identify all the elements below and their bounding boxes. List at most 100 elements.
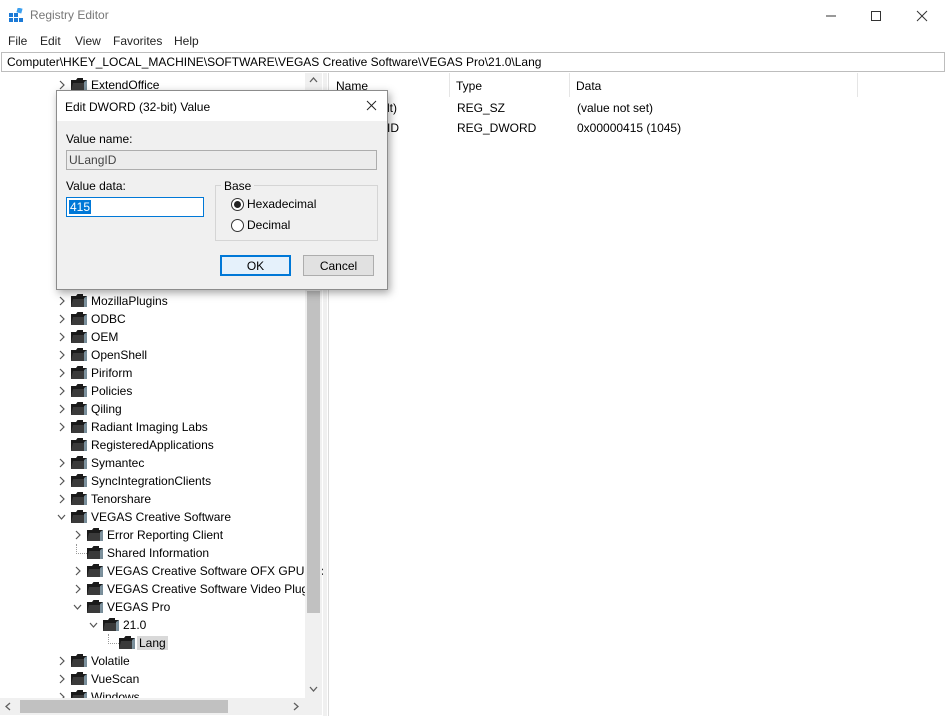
address-bar[interactable]: Computer\HKEY_LOCAL_MACHINE\SOFTWARE\VEG… bbox=[1, 52, 945, 72]
hexadecimal-radio[interactable] bbox=[231, 198, 244, 211]
chevron-down-icon[interactable] bbox=[56, 508, 66, 526]
tree-item[interactable]: VueScan bbox=[56, 670, 305, 688]
scrollbar-corner bbox=[305, 698, 322, 715]
tree-item[interactable]: OEM bbox=[56, 328, 305, 346]
tree-item[interactable]: SyncIntegrationClients bbox=[56, 472, 305, 490]
value-name-field: ULangID bbox=[66, 150, 377, 170]
maximize-button[interactable] bbox=[853, 0, 899, 31]
menu-edit[interactable]: Edit bbox=[40, 34, 61, 48]
chevron-right-icon[interactable] bbox=[56, 454, 66, 472]
folder-icon bbox=[71, 330, 87, 343]
window-title: Registry Editor bbox=[30, 8, 109, 22]
tree-item-label: Tenorshare bbox=[91, 492, 152, 506]
tree-item[interactable]: 21.0 bbox=[88, 616, 305, 634]
tree-item[interactable]: OpenShell bbox=[56, 346, 305, 364]
menu-favorites[interactable]: Favorites bbox=[113, 34, 162, 48]
value-row-name[interactable]: ID bbox=[387, 121, 399, 135]
value-row-name[interactable]: lt) bbox=[387, 101, 397, 115]
chevron-right-icon[interactable] bbox=[56, 364, 66, 382]
tree-item-label: VEGAS Creative Software OFX GPU Vic bbox=[107, 564, 323, 578]
tree-item[interactable]: Qiling bbox=[56, 400, 305, 418]
tree-item[interactable]: MozillaPlugins bbox=[56, 292, 305, 310]
menu-help[interactable]: Help bbox=[174, 34, 199, 48]
menu-file[interactable]: File bbox=[8, 34, 27, 48]
folder-icon bbox=[87, 546, 103, 559]
chevron-right-icon[interactable] bbox=[56, 670, 66, 688]
decimal-radio[interactable] bbox=[231, 219, 244, 232]
tree-item[interactable]: ODBC bbox=[56, 310, 305, 328]
menu-bar: File Edit View Favorites Help bbox=[0, 31, 946, 51]
tree-item[interactable]: VEGAS Creative Software bbox=[56, 508, 305, 526]
chevron-down-icon[interactable] bbox=[72, 598, 82, 616]
chevron-right-icon[interactable] bbox=[72, 526, 82, 544]
chevron-right-icon[interactable] bbox=[56, 400, 66, 418]
chevron-right-icon[interactable] bbox=[56, 472, 66, 490]
tree-item[interactable]: Policies bbox=[56, 382, 305, 400]
ok-button[interactable]: OK bbox=[220, 255, 291, 276]
folder-icon bbox=[71, 294, 87, 307]
chevron-right-icon[interactable] bbox=[56, 652, 66, 670]
folder-icon bbox=[71, 510, 87, 523]
tree-item[interactable]: Radiant Imaging Labs bbox=[56, 418, 305, 436]
chevron-right-icon[interactable] bbox=[72, 580, 82, 598]
chevron-right-icon[interactable] bbox=[56, 418, 66, 436]
chevron-right-icon[interactable] bbox=[56, 346, 66, 364]
scroll-right-icon[interactable] bbox=[293, 702, 299, 711]
maximize-icon bbox=[871, 10, 881, 21]
tree-item[interactable]: Symantec bbox=[56, 454, 305, 472]
column-header-type[interactable]: Type bbox=[449, 73, 570, 97]
folder-icon bbox=[71, 438, 87, 451]
scroll-left-icon[interactable] bbox=[5, 702, 11, 711]
folder-icon bbox=[87, 582, 103, 595]
chevron-right-icon[interactable] bbox=[72, 562, 82, 580]
tree-item-label: VueScan bbox=[91, 672, 140, 686]
tree-item[interactable]: VEGAS Creative Software Video Plug-I bbox=[72, 580, 316, 598]
title-bar: Registry Editor bbox=[0, 0, 946, 31]
tree-item[interactable]: Shared Information bbox=[72, 544, 305, 562]
address-path: Computer\HKEY_LOCAL_MACHINE\SOFTWARE\VEG… bbox=[7, 55, 542, 69]
value-data-input[interactable]: 415 bbox=[66, 197, 204, 217]
column-header-data[interactable]: Data bbox=[569, 73, 858, 97]
value-data-label: Value data: bbox=[66, 179, 126, 193]
cancel-button[interactable]: Cancel bbox=[303, 255, 374, 276]
tree-item-label: Qiling bbox=[91, 402, 122, 416]
chevron-down-icon[interactable] bbox=[88, 616, 98, 634]
tree-item[interactable]: Tenorshare bbox=[56, 490, 305, 508]
value-data-text: 415 bbox=[69, 200, 92, 214]
decimal-radio-label[interactable]: Decimal bbox=[247, 218, 290, 232]
tree-item[interactable]: Piriform bbox=[56, 364, 305, 382]
folder-icon bbox=[119, 636, 135, 649]
close-button[interactable] bbox=[899, 0, 945, 31]
scroll-down-icon[interactable] bbox=[309, 686, 318, 692]
folder-icon bbox=[71, 654, 87, 667]
menu-view[interactable]: View bbox=[75, 34, 101, 48]
value-row-type: REG_DWORD bbox=[457, 121, 537, 135]
tree-item-label: Volatile bbox=[91, 654, 130, 668]
chevron-right-icon[interactable] bbox=[56, 328, 66, 346]
scroll-up-icon[interactable] bbox=[309, 77, 318, 83]
folder-icon bbox=[71, 456, 87, 469]
dialog-close-button[interactable] bbox=[361, 95, 381, 115]
tree-item[interactable]: Error Reporting Client bbox=[72, 526, 305, 544]
tree-item-label: Error Reporting Client bbox=[107, 528, 224, 542]
minimize-button[interactable] bbox=[808, 0, 854, 31]
folder-icon bbox=[71, 420, 87, 433]
tree-item[interactable]: VEGAS Creative Software OFX GPU Vic bbox=[72, 562, 323, 580]
tree-vertical-scroll-thumb[interactable] bbox=[307, 291, 320, 613]
tree-item[interactable]: Lang bbox=[104, 634, 305, 652]
tree-item[interactable]: Volatile bbox=[56, 652, 305, 670]
chevron-right-icon[interactable] bbox=[56, 292, 66, 310]
chevron-right-icon[interactable] bbox=[56, 382, 66, 400]
hexadecimal-radio-label[interactable]: Hexadecimal bbox=[247, 197, 316, 211]
tree-item[interactable]: VEGAS Pro bbox=[72, 598, 305, 616]
registry-app-icon bbox=[9, 8, 23, 22]
tree-item-label: MozillaPlugins bbox=[91, 294, 168, 308]
tree-horizontal-scrollbar[interactable] bbox=[0, 698, 305, 715]
tree-horizontal-scroll-thumb[interactable] bbox=[20, 700, 228, 713]
chevron-right-icon[interactable] bbox=[56, 310, 66, 328]
tree-item-label: ODBC bbox=[91, 312, 126, 326]
tree-item-label: Policies bbox=[91, 384, 133, 398]
tree-item-label: RegisteredApplications bbox=[91, 438, 214, 452]
chevron-right-icon[interactable] bbox=[56, 490, 66, 508]
tree-item[interactable]: RegisteredApplications bbox=[56, 436, 305, 454]
